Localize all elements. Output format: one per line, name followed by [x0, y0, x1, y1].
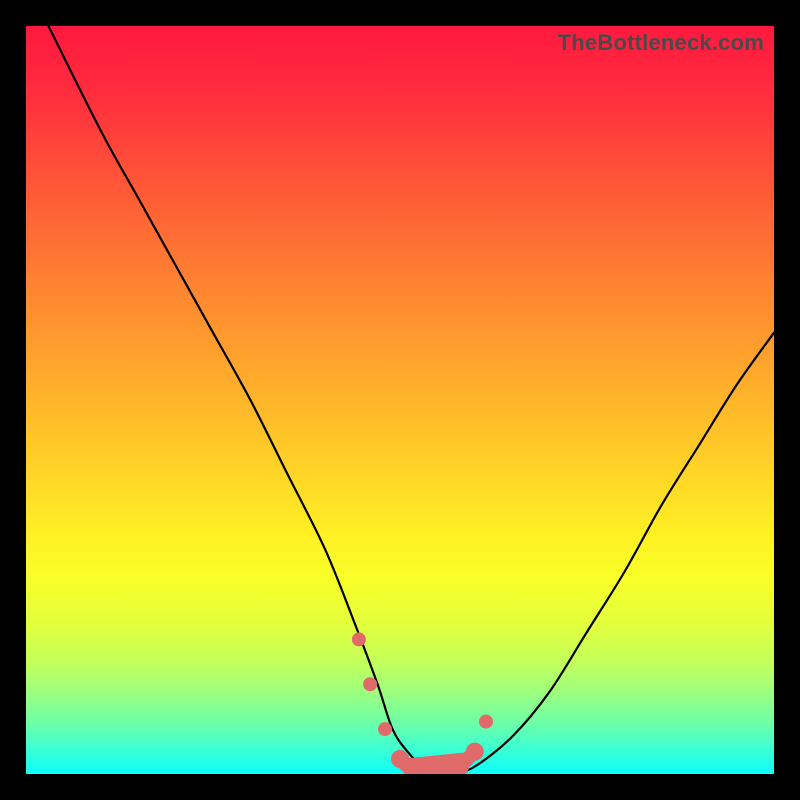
marker-point — [363, 677, 377, 691]
marker-point — [391, 750, 409, 768]
marker-point — [466, 743, 484, 761]
plot-area: TheBottleneck.com — [26, 26, 774, 774]
chart-frame: TheBottleneck.com — [0, 0, 800, 800]
curve-layer — [26, 26, 774, 774]
marker-point — [378, 722, 392, 736]
marker-point — [479, 715, 493, 729]
highlighted-markers — [352, 632, 493, 774]
marker-point — [352, 632, 366, 646]
bottleneck-curve — [48, 26, 774, 774]
